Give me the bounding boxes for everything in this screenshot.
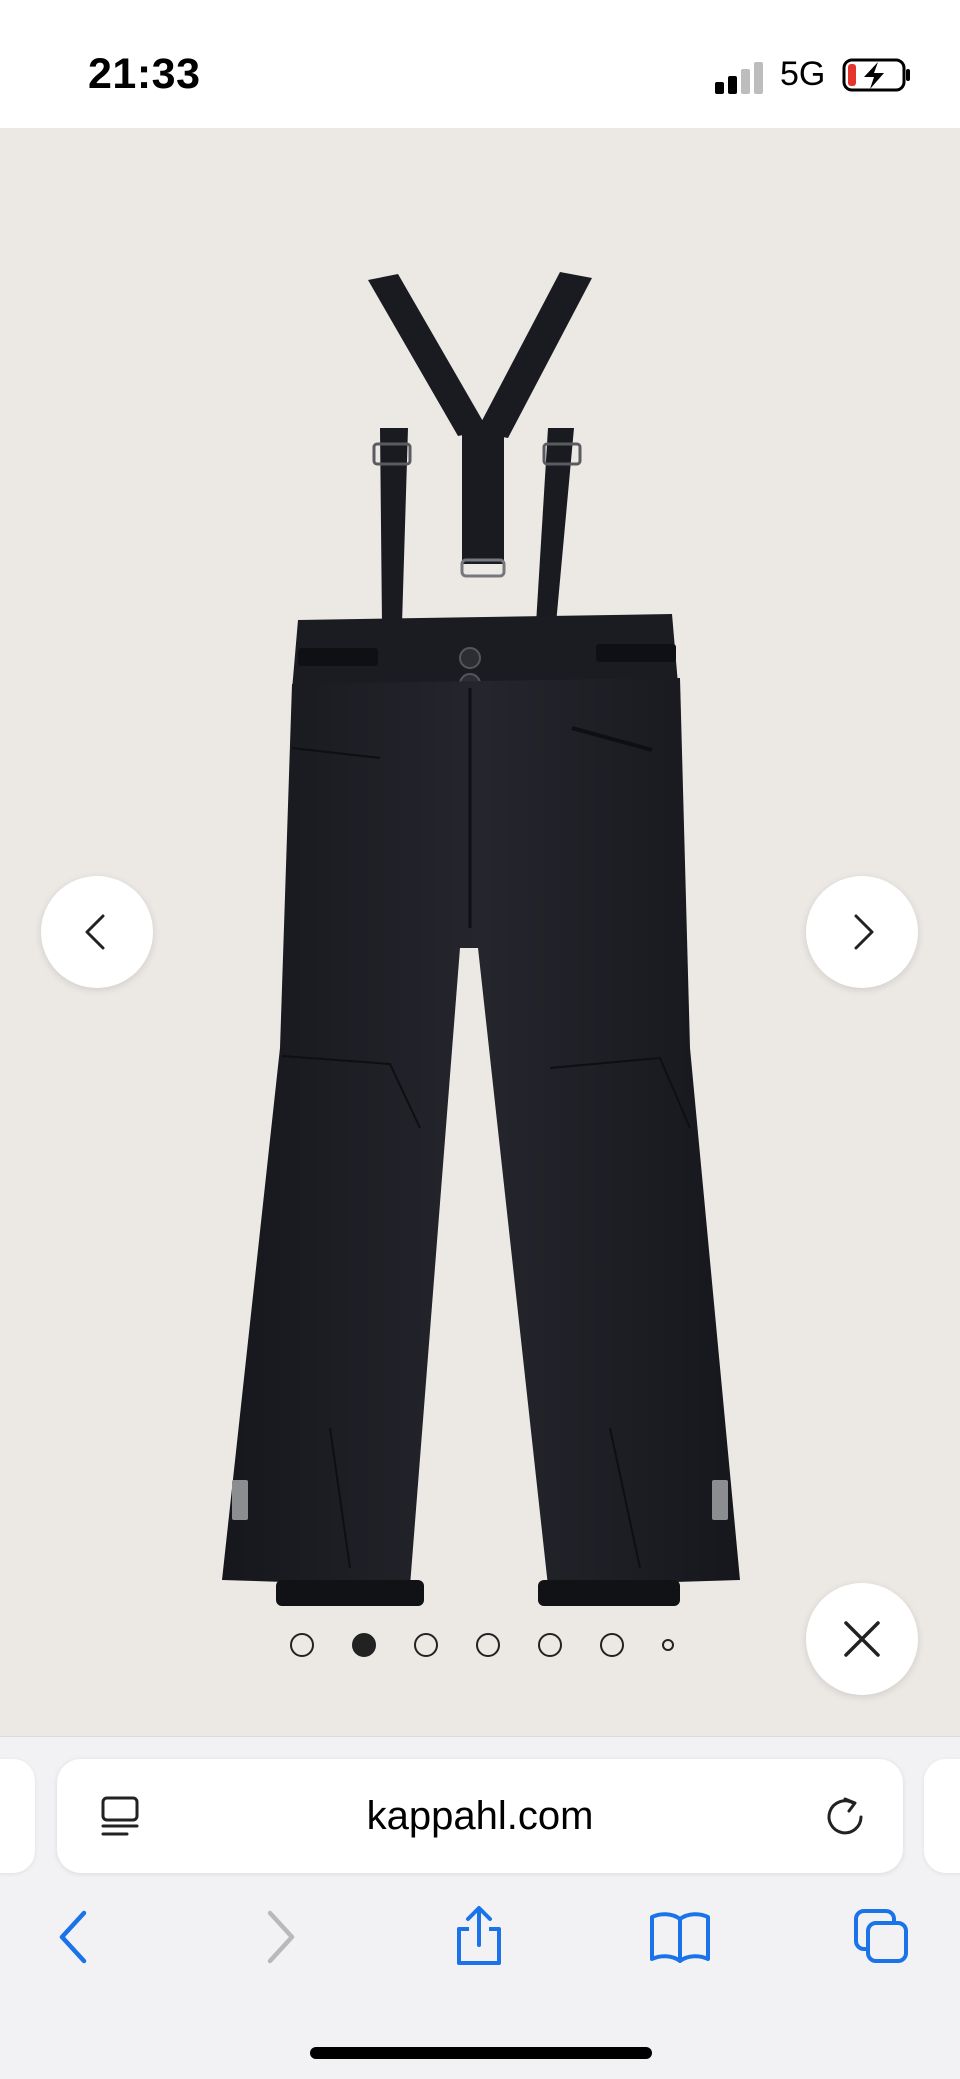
address-bar[interactable]: kappahl.com	[57, 1759, 903, 1873]
tabs-button[interactable]	[850, 1905, 914, 1969]
battery-charging-icon	[842, 58, 910, 92]
pagination-dot[interactable]	[414, 1633, 438, 1657]
reload-icon[interactable]	[823, 1795, 867, 1839]
share-button[interactable]	[447, 1905, 511, 1969]
pagination-dot[interactable]	[290, 1633, 314, 1657]
network-type: 5G	[780, 55, 826, 93]
browser-toolbar: kappahl.com	[0, 1736, 960, 2079]
previous-tab-peek[interactable]	[0, 1759, 35, 1873]
back-button[interactable]	[42, 1905, 106, 1969]
bookmarks-button[interactable]	[648, 1905, 712, 1969]
pagination-dot[interactable]	[662, 1639, 674, 1651]
forward-button[interactable]	[248, 1905, 312, 1969]
pagination-dot-active[interactable]	[352, 1633, 376, 1657]
next-image-button[interactable]	[806, 876, 918, 988]
gallery-pagination	[270, 1613, 694, 1677]
cellular-signal-icon	[715, 62, 763, 94]
previous-image-button[interactable]	[41, 876, 153, 988]
pagination-dot[interactable]	[476, 1633, 500, 1657]
back-arrow-icon	[59, 1910, 87, 1964]
close-gallery-button[interactable]	[806, 1583, 918, 1695]
tabs-icon	[854, 1909, 908, 1963]
chevron-right-icon	[854, 914, 874, 950]
bookmarks-icon	[650, 1912, 710, 1963]
share-icon	[457, 1906, 501, 1965]
close-icon	[844, 1621, 880, 1657]
pagination-dot[interactable]	[600, 1633, 624, 1657]
pagination-dot[interactable]	[538, 1633, 562, 1657]
product-gallery[interactable]	[0, 128, 960, 1736]
status-bar: 21:33 5G	[0, 0, 960, 128]
chevron-left-icon	[85, 914, 105, 950]
home-indicator	[310, 2047, 652, 2059]
url-text[interactable]: kappahl.com	[57, 1759, 903, 1873]
forward-arrow-icon	[267, 1910, 295, 1964]
next-tab-peek[interactable]	[924, 1759, 960, 1873]
reader-mode-icon[interactable]	[99, 1795, 141, 1839]
status-time: 21:33	[88, 50, 201, 98]
